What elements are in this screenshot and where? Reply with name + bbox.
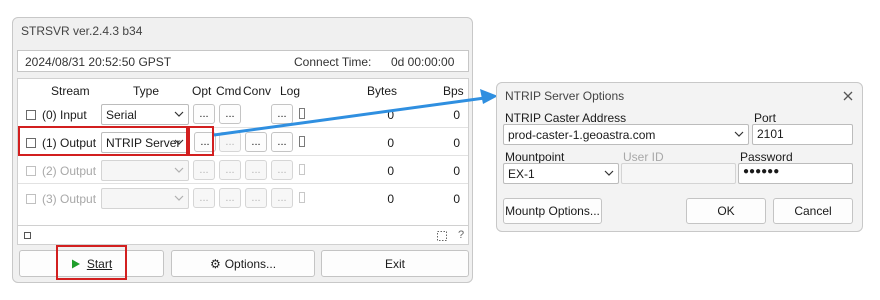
caster-address-value: prod-caster-1.geoastra.com: [508, 128, 656, 142]
caster-address-select[interactable]: prod-caster-1.geoastra.com: [503, 124, 749, 145]
mountpoint-select[interactable]: EX-1: [503, 163, 619, 184]
password-label: Password: [740, 150, 793, 164]
port-label: Port: [754, 111, 777, 125]
mountpoint-label: Mountpoint: [505, 150, 565, 164]
close-icon[interactable]: [842, 90, 854, 102]
password-field[interactable]: ●●●●●●: [738, 163, 853, 184]
caster-address-label: NTRIP Caster Address: [505, 111, 627, 125]
dialog-title: NTRIP Server Options: [505, 89, 625, 103]
mountpoint-value: EX-1: [508, 167, 535, 181]
user-id-label: User ID: [623, 150, 664, 164]
user-id-field[interactable]: [621, 163, 736, 184]
cancel-button[interactable]: Cancel: [773, 198, 853, 224]
ok-button[interactable]: OK: [686, 198, 766, 224]
ntrip-options-dialog: NTRIP Server Options NTRIP Caster Addres…: [496, 82, 863, 232]
mountp-options-button[interactable]: Mountp Options...: [503, 198, 602, 224]
chevron-down-icon: [734, 131, 744, 137]
port-field[interactable]: 2101: [752, 124, 853, 145]
chevron-down-icon: [604, 170, 614, 176]
